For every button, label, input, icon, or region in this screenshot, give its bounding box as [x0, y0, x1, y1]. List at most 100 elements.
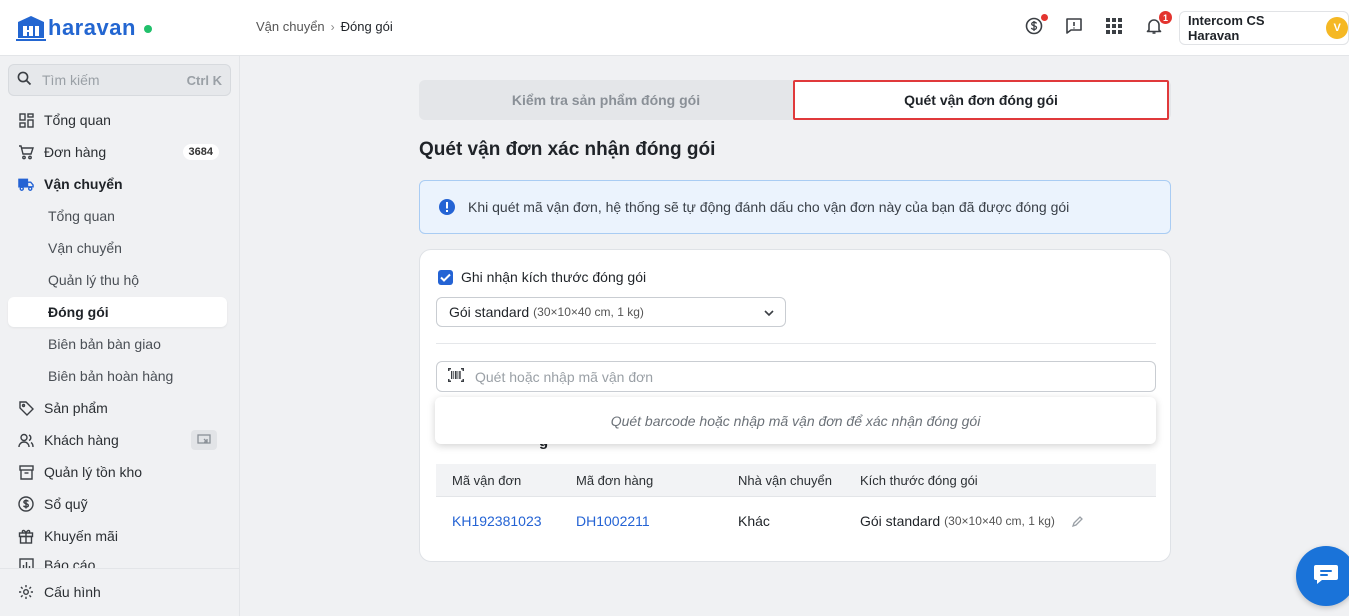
sidebar-item-label: Tổng quan — [44, 112, 111, 128]
sidebar-item-customers[interactable]: Khách hàng — [8, 425, 227, 455]
sidebar-item-label: Đơn hàng — [44, 144, 107, 160]
chat-button[interactable] — [1296, 546, 1349, 606]
status-dot — [143, 25, 152, 33]
sidebar-item-label: Đóng gói — [48, 304, 109, 320]
page-title: Quét vận đơn xác nhận đóng gói — [419, 139, 716, 160]
orders-count-badge: 3684 — [182, 144, 219, 160]
chat-icon — [1313, 563, 1339, 590]
tag-icon — [18, 400, 34, 416]
sidebar-item-cashbook[interactable]: Sổ quỹ — [8, 489, 227, 519]
info-text: Khi quét mã vận đơn, hệ thống sẽ tự động… — [468, 199, 1070, 215]
chevron-down-icon — [763, 306, 775, 322]
sidebar-item-overview[interactable]: Tổng quan — [8, 105, 227, 135]
apps-button[interactable] — [1102, 16, 1126, 40]
sidebar-item-label: Sản phẩm — [44, 400, 108, 416]
gear-icon — [18, 584, 34, 600]
notification-count: 1 — [1159, 11, 1172, 24]
sidebar-subitem-shipments[interactable]: Vận chuyển — [8, 233, 227, 263]
packing-tabs: Kiểm tra sản phẩm đóng gói Quét vận đơn … — [419, 80, 1171, 120]
package-size-select[interactable]: Gói standard (30×10×40 cm, 1 kg) — [436, 297, 786, 327]
breadcrumb-current: Đóng gói — [340, 19, 393, 34]
warehouse-icon — [18, 464, 34, 480]
breadcrumb-parent[interactable]: Vận chuyển — [256, 19, 325, 34]
sidebar-item-label: Vận chuyển — [44, 176, 123, 192]
order-code-link[interactable]: DH1002211 — [576, 498, 650, 544]
sidebar-subitem-handover-report[interactable]: Biên bản bàn giao — [8, 329, 227, 359]
sidebar-item-label: Biên bản hoàn hàng — [48, 368, 174, 384]
truck-icon — [18, 176, 34, 192]
scan-card: Ghi nhận kích thước đóng gói Gói standar… — [419, 249, 1171, 562]
sidebar-item-label: Khách hàng — [44, 432, 119, 448]
sidebar-subitem-return-report[interactable]: Biên bản hoàn hàng — [8, 361, 227, 391]
sidebar-item-orders[interactable]: Đơn hàng 3684 — [8, 137, 227, 167]
sidebar-item-label: Sổ quỹ — [44, 496, 88, 512]
info-icon — [438, 198, 456, 216]
divider — [436, 343, 1156, 344]
tab-check-packed-products[interactable]: Kiểm tra sản phẩm đóng gói — [419, 80, 793, 120]
column-header-carrier: Nhà vận chuyển — [738, 472, 832, 488]
sidebar-item-promotions[interactable]: Khuyến mãi — [8, 521, 227, 551]
sidebar-item-products[interactable]: Sản phẩm — [8, 393, 227, 423]
sidebar-subitem-packing[interactable]: Đóng gói — [8, 297, 227, 327]
package-detail: (30×10×40 cm, 1 kg) — [533, 305, 644, 319]
dashboard-icon — [18, 112, 34, 128]
currency-icon — [1025, 17, 1043, 40]
barcode-icon — [447, 367, 465, 386]
scan-shipment-input[interactable]: Quét hoặc nhập mã vận đơn — [436, 361, 1156, 392]
column-header-shipment: Mã vận đơn — [452, 472, 522, 488]
checkbox-checked-icon — [438, 269, 453, 285]
carrier-cell: Khác — [738, 513, 770, 529]
notifications-button[interactable]: 1 — [1142, 11, 1172, 40]
grid-icon — [1106, 17, 1122, 39]
sidebar-item-inventory[interactable]: Quản lý tồn kho — [8, 457, 227, 487]
breadcrumb: Vận chuyển › Đóng gói — [256, 19, 393, 34]
sidebar-subitem-shipping-overview[interactable]: Tổng quan — [8, 201, 227, 231]
sidebar-item-label: Quản lý tồn kho — [44, 464, 143, 480]
sidebar-footer: Cấu hình — [0, 568, 239, 616]
package-name: Gói standard — [449, 304, 530, 320]
search-shortcut: Ctrl K — [186, 72, 222, 88]
package-name: Gói standard — [860, 513, 941, 529]
alert-dot — [1041, 14, 1048, 21]
account-name: Intercom CS Haravan — [1188, 13, 1265, 43]
users-icon — [18, 432, 34, 448]
tab-label: Quét vận đơn đóng gói — [904, 92, 1058, 108]
message-alert-icon — [1065, 17, 1083, 40]
column-header-package: Kích thước đóng gói — [860, 472, 978, 488]
dropdown-hint: Quét barcode hoặc nhập mã vận đơn để xác… — [610, 412, 981, 429]
edit-pencil-icon[interactable] — [1071, 515, 1084, 528]
tab-label: Kiểm tra sản phẩm đóng gói — [511, 92, 701, 108]
top-bar: haravan Vận chuyển › Đóng gói 1 Intercom… — [0, 0, 1349, 56]
sidebar-subitem-cod-management[interactable]: Quản lý thu hộ — [8, 265, 227, 295]
haravan-logo-icon — [16, 14, 46, 42]
gift-icon — [18, 528, 34, 544]
haravan-logo[interactable]: haravan — [16, 12, 152, 44]
sidebar-item-label: Khuyến mãi — [44, 528, 118, 544]
table-header: Mã vận đơn Mã đơn hàng Nhà vận chuyển Kí… — [436, 464, 1156, 497]
scan-suggestion-dropdown: Quét barcode hoặc nhập mã vận đơn để xác… — [435, 397, 1156, 444]
sidebar-item-label: Biên bản bàn giao — [48, 336, 161, 352]
currency-button[interactable] — [1022, 14, 1048, 40]
package-cell: Gói standard (30×10×40 cm, 1 kg) — [860, 498, 1084, 544]
info-banner: Khi quét mã vận đơn, hệ thống sẽ tự động… — [419, 180, 1171, 234]
dollar-icon — [18, 496, 34, 512]
column-header-order: Mã đơn hàng — [576, 472, 654, 488]
sidebar-item-label: Tổng quan — [48, 208, 115, 224]
customer-screen-icon[interactable] — [191, 430, 217, 450]
record-size-checkbox[interactable]: Ghi nhận kích thước đóng gói — [438, 269, 646, 285]
feedback-button[interactable] — [1062, 16, 1086, 40]
shipment-code-link[interactable]: KH192381023 — [452, 498, 542, 544]
tab-scan-shipment[interactable]: Quét vận đơn đóng gói — [793, 80, 1169, 120]
scan-placeholder: Quét hoặc nhập mã vận đơn — [475, 368, 654, 385]
sidebar: Tìm kiếm Ctrl K Tổng quan Đơn hàng 3684 … — [0, 56, 240, 616]
search-placeholder: Tìm kiếm — [42, 72, 100, 88]
sidebar-item-label: Quản lý thu hộ — [48, 272, 140, 288]
sidebar-item-label: Vận chuyển — [48, 240, 122, 256]
record-size-label: Ghi nhận kích thước đóng gói — [461, 269, 647, 285]
account-menu[interactable]: Intercom CS Haravan V — [1179, 11, 1349, 45]
cart-icon — [18, 144, 34, 160]
brand-name: haravan — [48, 15, 136, 40]
sidebar-item-settings[interactable]: Cấu hình — [8, 577, 227, 607]
sidebar-item-shipping[interactable]: Vận chuyển — [8, 169, 227, 199]
search-input[interactable]: Tìm kiếm Ctrl K — [8, 64, 231, 96]
